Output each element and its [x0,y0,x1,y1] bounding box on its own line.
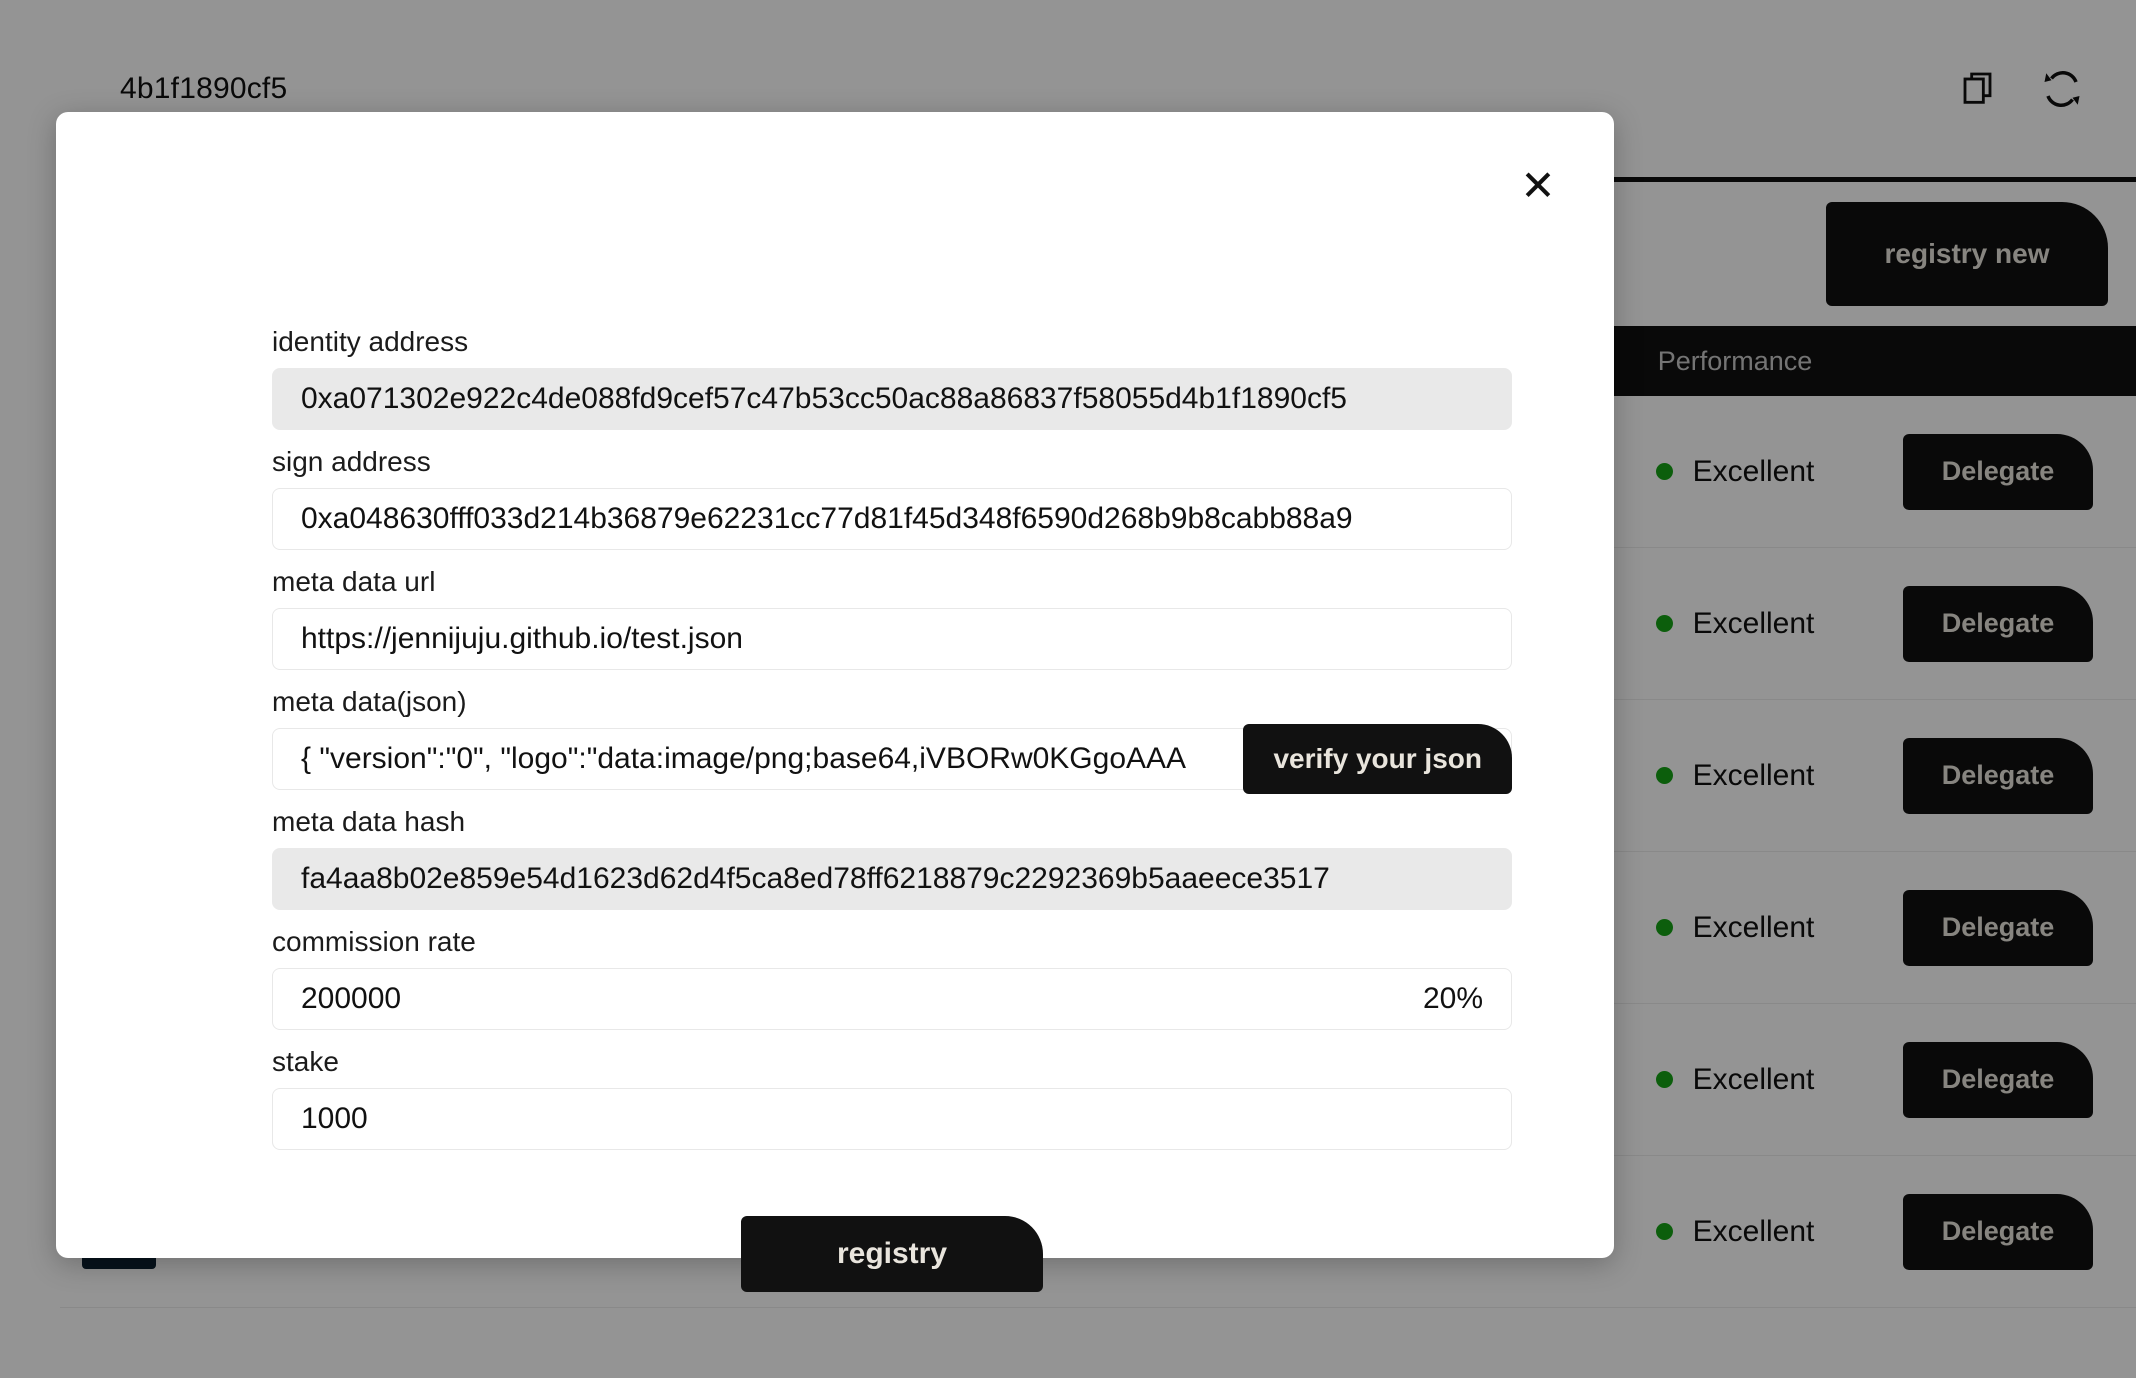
field-sign-address: sign address 0xa048630fff033d214b36879e6… [272,446,1512,550]
meta-data-url-label: meta data url [272,566,436,597]
commission-rate-label: commission rate [272,926,476,957]
verify-json-button[interactable]: verify your json [1243,724,1512,794]
stake-input[interactable]: 1000 [272,1088,1512,1150]
commission-rate-suffix: 20% [1422,982,1483,1015]
submit-row: registry [272,1216,1512,1292]
close-icon[interactable]: ✕ [1510,158,1566,214]
meta-data-json-value: { "version":"0", "logo":"data:image/png;… [301,742,1187,775]
field-identity-address: identity address 0xa071302e922c4de088fd9… [272,326,1512,430]
meta-data-json-wrap: { "version":"0", "logo":"data:image/png;… [272,724,1512,794]
meta-data-json-label: meta data(json) [272,686,467,717]
meta-data-url-input[interactable]: https://jennijuju.github.io/test.json [272,608,1512,670]
field-commission-rate: commission rate 200000 20% [272,926,1512,1030]
field-meta-data-json: meta data(json) { "version":"0", "logo":… [272,686,1512,794]
sign-address-label: sign address [272,446,431,477]
sign-address-value: 0xa048630fff033d214b36879e62231cc77d81f4… [301,502,1353,535]
identity-address-input: 0xa071302e922c4de088fd9cef57c47b53cc50ac… [272,368,1512,430]
field-meta-data-url: meta data url https://jennijuju.github.i… [272,566,1512,670]
meta-data-hash-input: fa4aa8b02e859e54d1623d62d4f5ca8ed78ff621… [272,848,1512,910]
identity-address-label: identity address [272,326,469,357]
sign-address-input[interactable]: 0xa048630fff033d214b36879e62231cc77d81f4… [272,488,1512,550]
registry-submit-button[interactable]: registry [741,1216,1043,1292]
meta-data-url-value: https://jennijuju.github.io/test.json [301,622,743,655]
identity-address-value: 0xa071302e922c4de088fd9cef57c47b53cc50ac… [301,382,1347,415]
meta-data-hash-value: fa4aa8b02e859e54d1623d62d4f5ca8ed78ff621… [301,862,1330,895]
registry-modal: ✕ identity address 0xa071302e922c4de088f… [56,112,1614,1292]
field-stake: stake 1000 [272,1046,1512,1150]
field-meta-data-hash: meta data hash fa4aa8b02e859e54d1623d62d… [272,806,1512,910]
stake-value: 1000 [301,1102,368,1135]
registry-form: identity address 0xa071302e922c4de088fd9… [272,326,1512,1292]
stake-label: stake [272,1046,339,1077]
meta-data-hash-label: meta data hash [272,806,466,837]
commission-rate-value: 200000 [301,982,402,1015]
commission-rate-input[interactable]: 200000 20% [272,968,1512,1030]
